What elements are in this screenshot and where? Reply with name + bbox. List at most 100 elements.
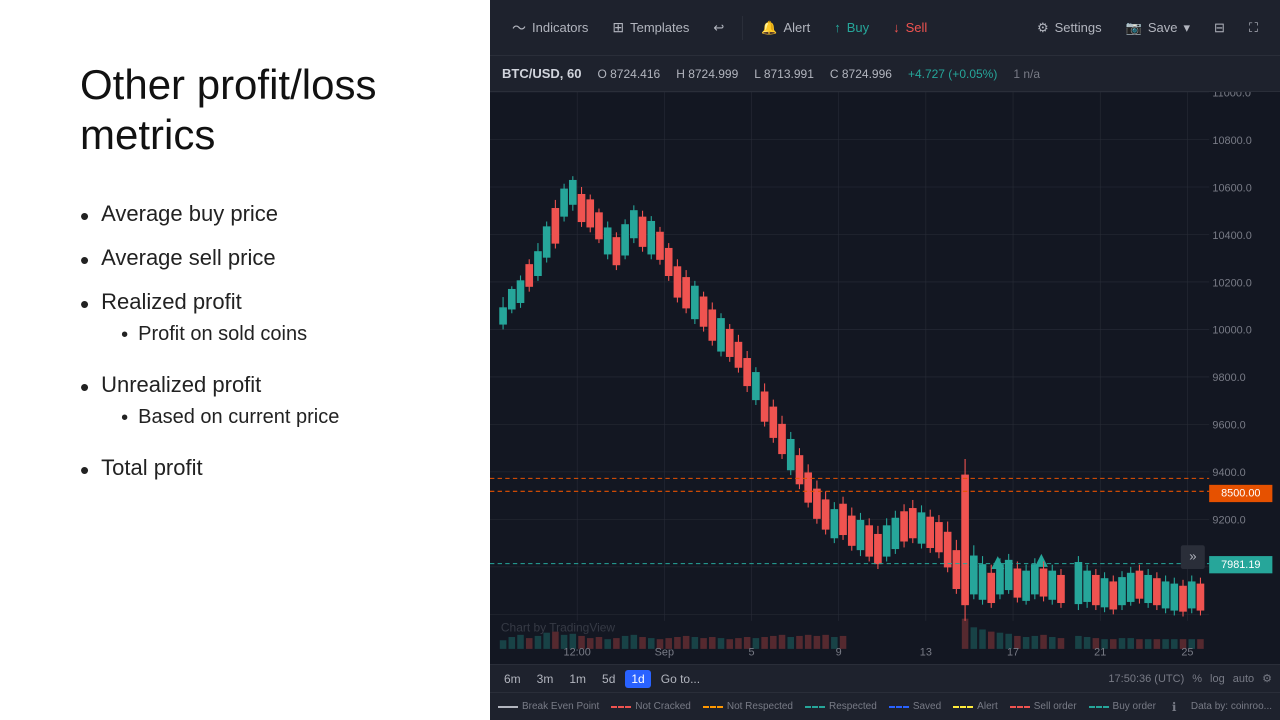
timeframe-3m[interactable]: 3m bbox=[531, 670, 560, 688]
avg-buy-label: Average buy price bbox=[101, 201, 278, 226]
svg-text:17: 17 bbox=[1007, 646, 1019, 658]
percent-mode[interactable]: % bbox=[1192, 673, 1202, 685]
bullet-icon: • bbox=[80, 203, 89, 229]
alert-icon: 🔔 bbox=[761, 20, 777, 36]
svg-text:9400.0: 9400.0 bbox=[1212, 467, 1245, 479]
avg-sell-label: Average sell price bbox=[101, 245, 275, 270]
info-icon: ℹ bbox=[1172, 700, 1177, 714]
templates-icon: ⊞ bbox=[612, 19, 624, 36]
svg-text:10400.0: 10400.0 bbox=[1212, 230, 1251, 242]
fullscreen-button[interactable]: ⛶ bbox=[1239, 14, 1268, 42]
legend-respected: Respected bbox=[805, 701, 877, 712]
bullet-icon: • bbox=[80, 374, 89, 400]
price-close: C 8724.996 bbox=[830, 67, 892, 81]
timeframe-1m[interactable]: 1m bbox=[563, 670, 592, 688]
alert-label: Alert bbox=[783, 20, 810, 35]
settings-icon: ⚙ bbox=[1037, 20, 1049, 36]
realized-profit-label: Realized profit bbox=[101, 289, 242, 314]
svg-text:Sep: Sep bbox=[655, 646, 674, 658]
sub-item-current-price: • Based on current price bbox=[121, 406, 339, 429]
indicators-label: Indicators bbox=[532, 20, 588, 35]
list-item-avg-buy: • Average buy price bbox=[80, 201, 440, 229]
sell-button[interactable]: ↓ Sell bbox=[883, 14, 937, 41]
svg-text:9: 9 bbox=[836, 646, 842, 658]
svg-text:9600.0: 9600.0 bbox=[1212, 420, 1245, 432]
legend-sell-order: Sell order bbox=[1010, 701, 1077, 712]
layout-icon: ⊟ bbox=[1214, 20, 1225, 36]
legend-info[interactable]: ℹ bbox=[1172, 700, 1177, 714]
svg-text:7981.19: 7981.19 bbox=[1221, 559, 1260, 571]
bullet-icon: • bbox=[80, 457, 89, 483]
sell-label: Sell bbox=[906, 20, 928, 35]
slide-title: Other profit/lossmetrics bbox=[80, 60, 440, 161]
alert-button[interactable]: 🔔 Alert bbox=[751, 14, 820, 42]
chart-panel: 〜 Indicators ⊞ Templates ↩ 🔔 Alert ↑ Buy… bbox=[490, 0, 1280, 720]
svg-text:10000.0: 10000.0 bbox=[1212, 325, 1251, 337]
save-label: Save bbox=[1148, 20, 1178, 35]
bullet-icon: • bbox=[80, 291, 89, 317]
camera-icon: 📷 bbox=[1126, 20, 1142, 36]
price-low: L 8713.991 bbox=[754, 67, 814, 81]
chart-settings-icon[interactable]: ⚙ bbox=[1262, 672, 1272, 685]
list-item-avg-sell: • Average sell price bbox=[80, 245, 440, 273]
sub-item-sold-coins: • Profit on sold coins bbox=[121, 323, 307, 346]
list-item-total-profit: • Total profit bbox=[80, 455, 440, 483]
legend-bar: Break Even Point Not Cracked Not Respect… bbox=[490, 692, 1280, 720]
svg-text:13: 13 bbox=[920, 646, 932, 658]
layout-button[interactable]: ⊟ bbox=[1204, 14, 1235, 42]
sell-arrow-icon: ↓ bbox=[893, 20, 900, 35]
chart-area[interactable]: 11000.0 10800.0 10600.0 10400.0 10200.0 … bbox=[490, 92, 1280, 664]
legend-buy-order: Buy order bbox=[1089, 701, 1156, 712]
svg-text:10200.0: 10200.0 bbox=[1212, 277, 1251, 289]
svg-text:Chart by TradingView: Chart by TradingView bbox=[501, 621, 616, 635]
svg-text:8500.00: 8500.00 bbox=[1221, 488, 1260, 500]
price-high: H 8724.999 bbox=[676, 67, 738, 81]
timestamp: 17:50:36 (UTC) bbox=[1108, 673, 1184, 685]
list-item-realized: • Realized profit • Profit on sold coins bbox=[80, 289, 440, 356]
profit-sold-coins-label: Profit on sold coins bbox=[138, 323, 307, 346]
log-mode[interactable]: log bbox=[1210, 673, 1225, 685]
auto-mode[interactable]: auto bbox=[1233, 673, 1254, 685]
svg-text:21: 21 bbox=[1094, 646, 1106, 658]
indicators-button[interactable]: 〜 Indicators bbox=[502, 12, 598, 44]
svg-text:25: 25 bbox=[1181, 646, 1193, 658]
buy-label: Buy bbox=[847, 20, 869, 35]
timeframe-6m[interactable]: 6m bbox=[498, 670, 527, 688]
time-bar: 6m 3m 1m 5d 1d Go to... 17:50:36 (UTC) %… bbox=[490, 664, 1280, 692]
toolbar: 〜 Indicators ⊞ Templates ↩ 🔔 Alert ↑ Buy… bbox=[490, 0, 1280, 56]
based-on-current-price-label: Based on current price bbox=[138, 406, 339, 429]
buy-button[interactable]: ↑ Buy bbox=[824, 14, 879, 41]
save-button[interactable]: 📷 Save ▾ bbox=[1116, 14, 1200, 42]
svg-text:11000.0: 11000.0 bbox=[1212, 92, 1251, 99]
goto-button[interactable]: Go to... bbox=[655, 670, 706, 688]
sub-bullet-icon: • bbox=[121, 325, 128, 345]
price-change: +4.727 (+0.05%) bbox=[908, 67, 997, 81]
bullet-list: • Average buy price • Average sell price… bbox=[80, 201, 440, 499]
templates-label: Templates bbox=[630, 20, 689, 35]
symbol-pair[interactable]: BTC/USD, 60 bbox=[502, 66, 581, 81]
timeframe-5d[interactable]: 5d bbox=[596, 670, 621, 688]
undo-button[interactable]: ↩ bbox=[703, 14, 734, 42]
bullet-icon: • bbox=[80, 247, 89, 273]
svg-text:»: » bbox=[1189, 548, 1196, 563]
indicators-icon: 〜 bbox=[512, 18, 526, 38]
svg-text:9800.0: 9800.0 bbox=[1212, 372, 1245, 384]
slide-panel: Other profit/lossmetrics • Average buy p… bbox=[0, 0, 490, 720]
total-profit-label: Total profit bbox=[101, 455, 203, 480]
timeframe-1d[interactable]: 1d bbox=[625, 670, 650, 688]
legend-alert: Alert bbox=[953, 701, 998, 712]
buy-arrow-icon: ↑ bbox=[834, 20, 841, 35]
legend-break-even: Break Even Point bbox=[498, 701, 599, 712]
price-open: O 8724.416 bbox=[597, 67, 660, 81]
chart-svg: 11000.0 10800.0 10600.0 10400.0 10200.0 … bbox=[490, 92, 1280, 664]
legend-not-respected: Not Respected bbox=[703, 701, 793, 712]
save-dropdown-icon: ▾ bbox=[1183, 20, 1190, 36]
settings-button[interactable]: ⚙ Settings bbox=[1027, 14, 1112, 42]
toolbar-right: ⚙ Settings 📷 Save ▾ ⊟ ⛶ bbox=[1027, 14, 1268, 42]
svg-text:10800.0: 10800.0 bbox=[1212, 135, 1251, 147]
toolbar-divider bbox=[742, 16, 743, 40]
undo-icon: ↩ bbox=[713, 20, 724, 36]
candle-count: 1 n/a bbox=[1013, 67, 1040, 81]
unrealized-profit-label: Unrealized profit bbox=[101, 372, 261, 397]
templates-button[interactable]: ⊞ Templates bbox=[602, 13, 699, 42]
